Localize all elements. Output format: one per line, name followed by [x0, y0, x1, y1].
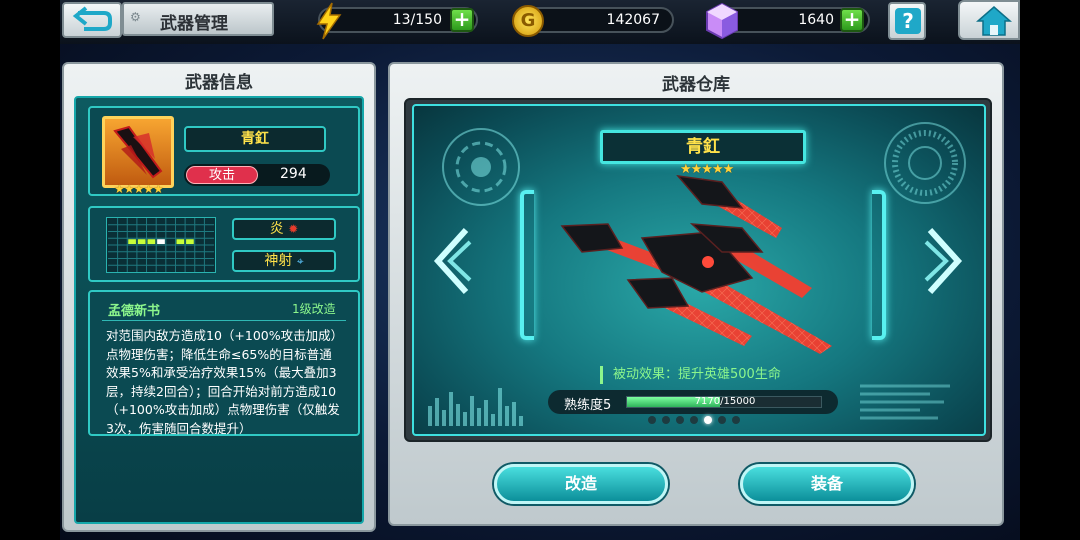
hud-data-lines — [860, 384, 950, 420]
home-button[interactable] — [958, 0, 1020, 40]
add-energy-button[interactable]: + — [450, 8, 474, 32]
back-button[interactable] — [62, 2, 122, 38]
modify-button[interactable]: 改造 — [494, 464, 668, 504]
proficiency-track: 7170/15000 — [626, 396, 822, 408]
page-dot[interactable] — [662, 416, 670, 424]
prev-weapon-arrow-icon[interactable] — [432, 226, 472, 296]
weapon-thumbnail[interactable] — [102, 116, 174, 188]
weapon-stars: ★★★★★ — [114, 182, 164, 196]
page-dot[interactable] — [718, 416, 726, 424]
help-button[interactable]: ? — [888, 2, 926, 40]
page-indicator — [648, 416, 744, 424]
page-dot[interactable] — [704, 416, 712, 424]
panel-title: 武器信息 — [185, 73, 253, 93]
coin-icon: G — [512, 5, 544, 37]
game-screen: ⚙ 武器管理 13/150 + 142067 G 1640 + ? 武器信息 ★… — [60, 0, 1020, 540]
skill-divider — [102, 320, 346, 321]
attack-badge: 攻击 — [186, 166, 258, 184]
proficiency-label: 熟练度5 — [564, 398, 612, 413]
back-arrow-icon — [72, 6, 112, 31]
attack-range-grid — [106, 217, 216, 273]
weapon-thumbnail-image — [113, 125, 163, 179]
skill-description: 对范围内敌方造成10（+100%攻击加成）点物理伤害；降低生命≤65%的目标普通… — [106, 328, 340, 436]
skill-name: 孟德新书 — [108, 304, 161, 319]
hud-circle-left — [442, 128, 520, 206]
equip-button[interactable]: 装备 — [740, 464, 914, 504]
weapon-illustration — [560, 174, 832, 354]
hud-circle-right — [884, 122, 966, 204]
gear-icon: ⚙ — [130, 10, 141, 24]
hud-equalizer — [428, 388, 523, 426]
crystal-icon — [706, 2, 738, 40]
title-plate: ⚙ 武器管理 — [122, 2, 274, 36]
skill-tag-sniper: 神射 ⌖ — [232, 250, 336, 272]
attack-value: 294 — [280, 166, 307, 182]
lightning-icon — [316, 2, 342, 40]
page-dot[interactable] — [732, 416, 740, 424]
skill-level: 1级改造 — [292, 302, 336, 316]
proficiency-text: 7170/15000 — [694, 396, 756, 407]
page-dot[interactable] — [690, 416, 698, 424]
page-dot[interactable] — [648, 416, 656, 424]
attack-stat-row: 攻击 294 — [184, 164, 330, 186]
bracket-right — [872, 190, 886, 340]
passive-effect-bar: 被动效果：提升英雄500生命 — [600, 366, 808, 384]
next-weapon-arrow-icon[interactable] — [924, 226, 964, 296]
crosshair-icon: ⌖ — [296, 254, 304, 268]
flame-icon: ✹ — [288, 222, 299, 236]
bracket-left — [520, 190, 534, 340]
weapon-name-label: 青釭 — [184, 126, 326, 152]
element-tag-fire: 炎 ✹ — [232, 218, 336, 240]
showcase-name-plate: 青釭 — [600, 130, 806, 164]
add-gem-button[interactable]: + — [840, 8, 864, 32]
panel-title: 武器仓库 — [662, 75, 730, 95]
help-icon: ? — [895, 8, 921, 34]
page-dot[interactable] — [676, 416, 684, 424]
page-title: 武器管理 — [160, 14, 228, 34]
home-icon — [976, 6, 1012, 36]
